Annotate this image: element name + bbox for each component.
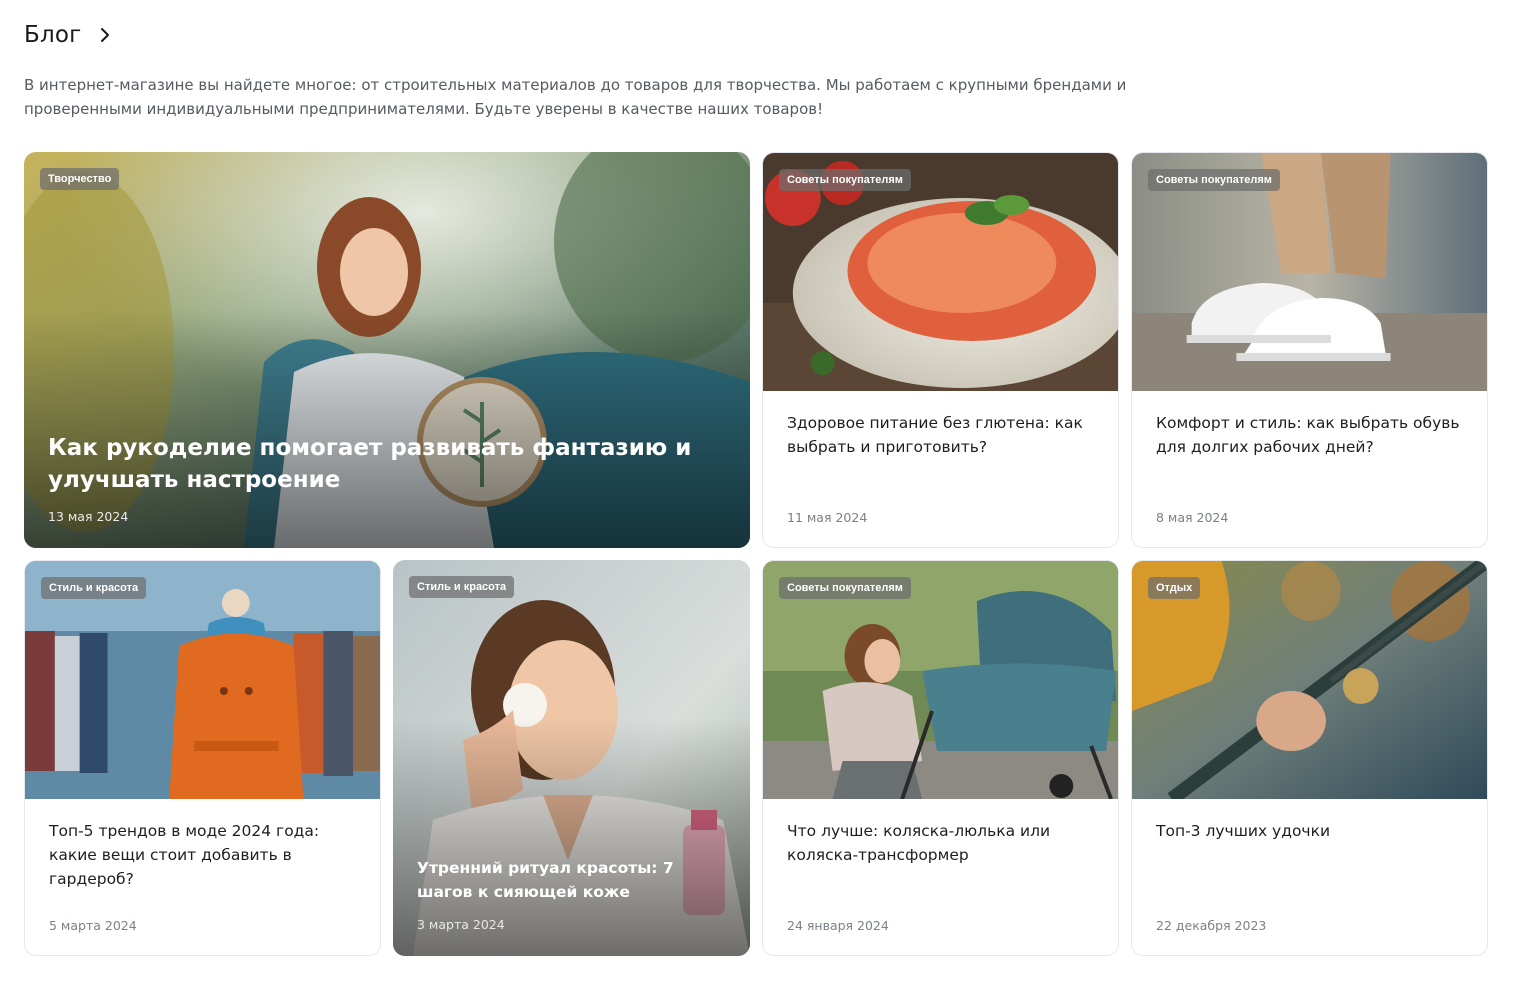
chevron-right-icon	[101, 28, 110, 42]
blog-card[interactable]: Стиль и красота Топ-5 трендов в моде 202…	[24, 560, 381, 956]
category-tag: Советы покупателям	[779, 577, 911, 599]
blog-card-image[interactable]: Стиль и красота Утренний ритуал красоты:…	[393, 560, 750, 956]
post-date: 24 января 2024	[787, 918, 889, 933]
blog-intro-text: В интернет-магазине вы найдете многое: о…	[24, 76, 1127, 118]
post-title: Топ-3 лучших удочки	[1156, 822, 1331, 840]
image-gradient-overlay	[24, 310, 750, 548]
post-date: 11 мая 2024	[787, 510, 868, 525]
blog-card[interactable]: Советы покупателям Что лучше: коляска-лю…	[762, 560, 1119, 956]
blog-card-featured[interactable]: Творчество Как рукоделие помогает развив…	[24, 152, 750, 548]
post-title: Что лучше: коляска-люлька или коляска-тр…	[787, 822, 1051, 864]
category-tag: Советы покупателям	[1148, 169, 1280, 191]
post-date: 22 декабря 2023	[1156, 918, 1267, 933]
post-title: Здоровое питание без глютена: как выбрат…	[787, 414, 1083, 456]
page-title: Блог	[24, 22, 82, 48]
blog-card[interactable]: Советы покупателям Здоровое питание без …	[762, 152, 1119, 548]
post-date: 13 мая 2024	[48, 509, 129, 524]
post-title: Утренний ритуал красоты: 7 шагов к сияющ…	[417, 859, 674, 901]
category-tag: Советы покупателям	[779, 169, 911, 191]
blog-posts-grid: Творчество Как рукоделие помогает развив…	[24, 152, 1488, 956]
category-tag: Отдых	[1148, 577, 1201, 599]
post-title: Комфорт и стиль: как выбрать обувь для д…	[1156, 414, 1460, 456]
blog-header-link[interactable]: Блог	[24, 22, 115, 48]
post-title: Как рукоделие помогает развивать фантази…	[48, 435, 692, 493]
blog-card[interactable]: Отдых Топ-3 лучших удочки 22 декабря 202…	[1131, 560, 1488, 956]
post-date: 8 мая 2024	[1156, 510, 1229, 525]
post-title: Топ-5 трендов в моде 2024 года: какие ве…	[49, 822, 320, 888]
category-tag: Стиль и красота	[41, 577, 147, 599]
post-date: 5 марта 2024	[49, 918, 137, 933]
blog-card[interactable]: Советы покупателям Комфорт и стиль: как …	[1131, 152, 1488, 548]
category-tag: Творчество	[40, 168, 120, 190]
post-date: 3 марта 2024	[417, 917, 505, 932]
category-tag: Стиль и красота	[409, 576, 515, 598]
